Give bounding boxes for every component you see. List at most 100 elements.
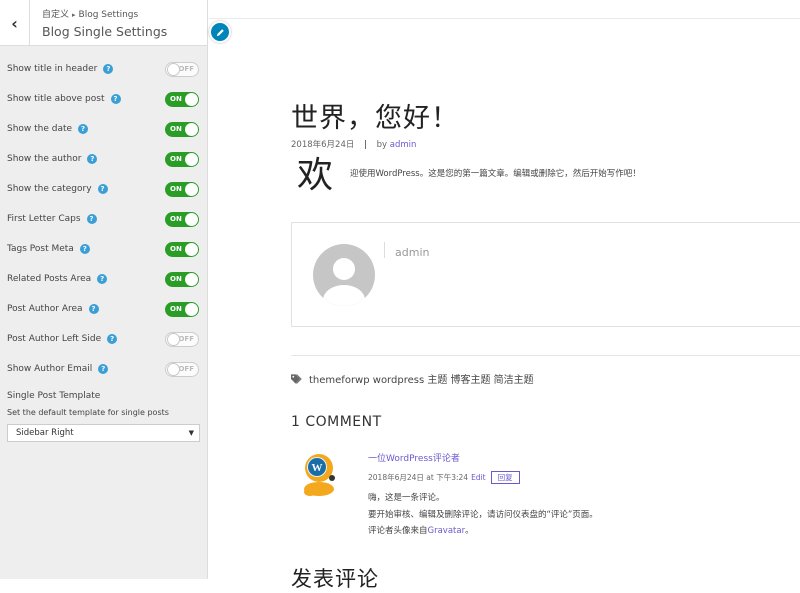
setting-row: Related Posts Area? ON [0, 266, 207, 296]
setting-label: Show the author? [7, 154, 98, 164]
edit-shortcut-button[interactable] [209, 21, 231, 43]
breadcrumb-current: Blog Settings [78, 10, 139, 20]
toggle-state-text: OFF [178, 335, 194, 343]
back-button[interactable]: ‹ [0, 0, 30, 46]
comment-meta: 2018年6月24日 at 下午3:24 Edit 回复 [368, 471, 520, 484]
comments-title: 1 COMMENT [291, 414, 382, 430]
toggle-knob [185, 273, 198, 286]
toggle-state-text: ON [170, 95, 182, 103]
setting-row: Show the category? ON [0, 176, 207, 206]
by-label: by [376, 140, 388, 150]
post-title: 世界，您好！ [291, 103, 459, 134]
toggle-state-text: ON [170, 245, 182, 253]
comment-author-link[interactable]: 一位WordPress评论者 [368, 451, 460, 464]
customizer-sidebar: ‹ 自定义 ▸ Blog Settings Blog Single Settings… [0, 0, 208, 579]
toggle-knob [167, 363, 180, 376]
settings-list: Show title in header? OFF Show title above… [0, 46, 207, 386]
setting-label-text: Post Author Area [7, 304, 83, 314]
toggle-switch[interactable]: OFF [165, 62, 199, 77]
comment-time[interactable]: 2018年6月24日 at 下午3:24 [368, 472, 468, 483]
help-icon[interactable]: ? [97, 274, 108, 284]
gravatar-suffix: 。 [465, 526, 474, 536]
template-select[interactable]: Sidebar Right ▼ [7, 424, 200, 442]
toggle-knob [185, 213, 198, 226]
setting-label: Tags Post Meta? [7, 244, 90, 254]
setting-row: First Letter Caps? ON [0, 206, 207, 236]
toggle-switch[interactable]: ON [165, 242, 199, 257]
tag-links[interactable]: themeforwp wordpress 主题 博客主题 简洁主题 [309, 371, 534, 386]
drop-cap: 欢 [297, 155, 334, 196]
gravatar-link[interactable]: Gravatar [428, 526, 466, 536]
setting-row: Show the date? ON [0, 116, 207, 146]
help-icon[interactable]: ? [87, 154, 98, 164]
setting-label-text: Show title above post [7, 94, 105, 104]
help-icon[interactable]: ? [107, 334, 118, 344]
toggle-switch[interactable]: OFF [165, 362, 199, 377]
author-divider [384, 242, 385, 258]
toggle-state-text: ON [170, 305, 182, 313]
setting-label-text: Show the category [7, 184, 92, 194]
toggle-switch[interactable]: ON [165, 182, 199, 197]
post-excerpt: 迎使用WordPress。这是您的第一篇文章。编辑或删除它，然后开始写作吧！ [350, 169, 641, 179]
comment-text-line-3: 评论者头像来自Gravatar。 [368, 524, 474, 536]
help-icon[interactable]: ? [103, 64, 114, 74]
setting-label: First Letter Caps? [7, 214, 97, 224]
svg-text:W: W [312, 462, 323, 474]
setting-row: Show Author Email? OFF [0, 356, 207, 386]
setting-row: Post Author Area? ON [0, 296, 207, 326]
toggle-state-text: OFF [178, 365, 194, 373]
help-icon[interactable]: ? [86, 214, 97, 224]
toggle-knob [185, 93, 198, 106]
help-icon[interactable]: ? [79, 244, 90, 254]
toggle-state-text: ON [170, 275, 182, 283]
setting-label: Show the date? [7, 124, 89, 134]
commenter-avatar-icon: W [304, 454, 335, 496]
preview-top-border [209, 18, 800, 19]
toggle-switch[interactable]: ON [165, 122, 199, 137]
comment-reply-button[interactable]: 回复 [490, 471, 520, 484]
help-icon[interactable]: ? [98, 364, 109, 374]
setting-label-text: Show the date [7, 124, 73, 134]
setting-row: Post Author Left Side? OFF [0, 326, 207, 356]
caret-down-icon: ▼ [188, 429, 194, 437]
setting-label-text: Related Posts Area [7, 274, 92, 284]
setting-row: Tags Post Meta? ON [0, 236, 207, 266]
setting-label: Related Posts Area? [7, 274, 108, 284]
toggle-state-text: ON [170, 155, 182, 163]
post-author-link[interactable]: admin [390, 140, 417, 150]
comment-text-line-2: 要开始审核、编辑及删除评论，请访问仪表盘的“评论”页面。 [368, 510, 598, 520]
setting-row: Show the author? ON [0, 146, 207, 176]
setting-label-text: Show Author Email [7, 364, 93, 374]
setting-label-text: Post Author Left Side [7, 334, 102, 344]
tag-icon [291, 373, 302, 384]
toggle-knob [167, 333, 180, 346]
help-icon[interactable]: ? [78, 124, 89, 134]
help-icon[interactable]: ? [110, 94, 121, 104]
panel-title: Blog Single Settings [42, 24, 168, 39]
comment-edit-link[interactable]: Edit [471, 473, 486, 482]
setting-label-text: Tags Post Meta [7, 244, 74, 254]
toggle-state-text: OFF [178, 65, 194, 73]
toggle-switch[interactable]: OFF [165, 332, 199, 347]
meta-separator: | [364, 140, 367, 150]
toggle-switch[interactable]: ON [165, 152, 199, 167]
breadcrumb-separator: ▸ [72, 11, 76, 19]
help-icon[interactable]: ? [88, 304, 99, 314]
toggle-switch[interactable]: ON [165, 92, 199, 107]
setting-row: Show title in header? OFF [0, 56, 207, 86]
chevron-left-icon: ‹ [11, 13, 18, 33]
author-avatar-icon [313, 244, 375, 306]
toggle-knob [167, 63, 180, 76]
setting-label-text: Show title in header [7, 64, 98, 74]
toggle-switch[interactable]: ON [165, 212, 199, 227]
help-icon[interactable]: ? [97, 184, 108, 194]
author-box-name: admin [395, 246, 430, 259]
toggle-state-text: ON [170, 125, 182, 133]
setting-label: Post Author Left Side? [7, 334, 118, 344]
toggle-knob [185, 153, 198, 166]
template-selected-value: Sidebar Right [16, 428, 74, 438]
toggle-switch[interactable]: ON [165, 302, 199, 317]
toggle-switch[interactable]: ON [165, 272, 199, 287]
comment-text-line-1: 嗨，这是一条评论。 [368, 493, 445, 503]
sidebar-header: ‹ 自定义 ▸ Blog Settings Blog Single Settings [0, 0, 207, 46]
